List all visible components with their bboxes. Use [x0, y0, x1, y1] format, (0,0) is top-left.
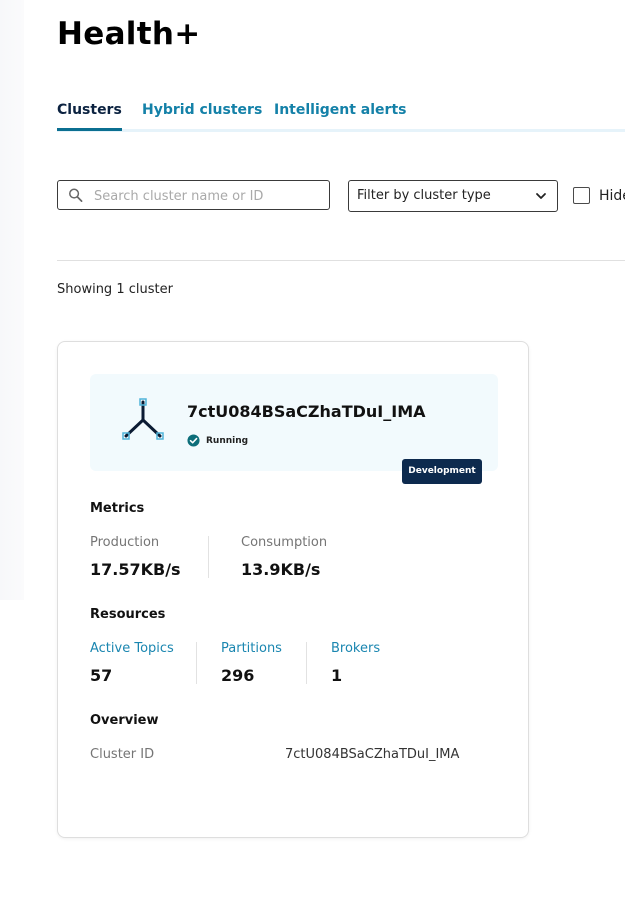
active-topics-value: 57 — [90, 666, 113, 685]
left-sidebar-edge — [0, 0, 24, 600]
search-icon — [69, 188, 83, 202]
active-topics-link[interactable]: Active Topics — [90, 641, 174, 656]
hide-checkbox[interactable] — [573, 187, 590, 204]
partitions-link[interactable]: Partitions — [221, 641, 282, 656]
cluster-network-icon — [122, 398, 164, 440]
search-input[interactable] — [92, 183, 326, 209]
cluster-id-value: 7ctU084BSaCZhaTDuI_IMA — [285, 747, 460, 762]
tab-bar: Clusters Hybrid clusters Intelligent ale… — [57, 100, 625, 132]
tab-intelligent-alerts[interactable]: Intelligent alerts — [274, 102, 406, 118]
cluster-type-select[interactable]: Filter by cluster type — [348, 180, 558, 212]
partitions-value: 296 — [221, 666, 255, 685]
cluster-card[interactable]: 7ctU084BSaCZhaTDuI_IMA Running Developme… — [57, 341, 529, 838]
page-title: Health+ — [57, 16, 201, 52]
search-field[interactable] — [57, 180, 330, 210]
resources-divider — [196, 642, 197, 684]
resources-divider — [306, 642, 307, 684]
brokers-link[interactable]: Brokers — [331, 641, 380, 656]
cluster-id-label: Cluster ID — [90, 747, 155, 762]
check-circle-icon — [187, 434, 200, 447]
hide-checkbox-label: Hide — [599, 188, 625, 204]
cluster-type-select-value: Filter by cluster type — [357, 188, 491, 203]
consumption-label: Consumption — [241, 535, 328, 550]
tab-hybrid-clusters[interactable]: Hybrid clusters — [142, 102, 262, 118]
chevron-down-icon — [536, 193, 546, 199]
results-count: Showing 1 cluster — [57, 282, 173, 297]
environment-badge: Development — [402, 459, 482, 484]
overview-heading: Overview — [90, 713, 159, 728]
metrics-divider — [208, 536, 209, 578]
section-divider — [57, 260, 625, 261]
consumption-value: 13.9KB/s — [241, 560, 321, 579]
cluster-card-header: 7ctU084BSaCZhaTDuI_IMA Running — [90, 374, 498, 471]
cluster-name[interactable]: 7ctU084BSaCZhaTDuI_IMA — [187, 402, 426, 421]
tab-bar-baseline — [57, 129, 625, 132]
production-value: 17.57KB/s — [90, 560, 181, 579]
brokers-value: 1 — [331, 666, 343, 685]
production-label: Production — [90, 535, 160, 550]
metrics-heading: Metrics — [90, 501, 145, 516]
resources-heading: Resources — [90, 607, 166, 622]
status-text: Running — [206, 436, 249, 446]
tab-clusters[interactable]: Clusters — [57, 102, 122, 131]
